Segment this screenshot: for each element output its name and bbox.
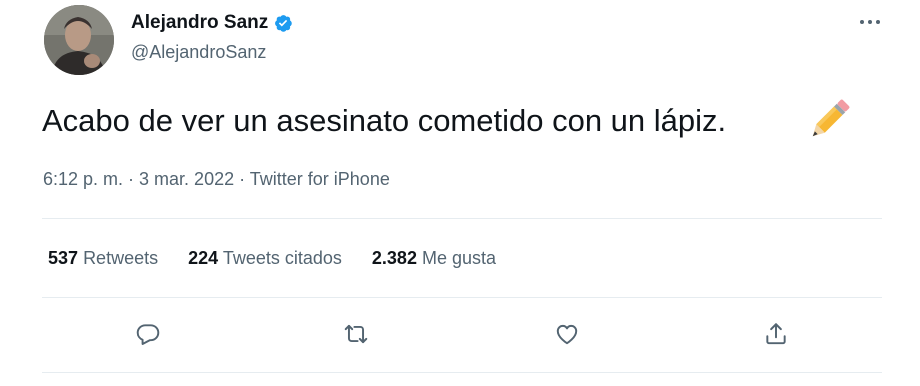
stat-quote-tweets[interactable]: 224 Tweets citados — [188, 248, 342, 269]
divider — [42, 297, 882, 298]
avatar[interactable] — [44, 5, 114, 75]
verified-badge-icon — [275, 15, 292, 32]
avatar-image — [44, 5, 114, 75]
stat-label: Tweets citados — [222, 248, 342, 268]
share-button[interactable] — [758, 316, 794, 352]
reply-button[interactable] — [130, 316, 166, 352]
stat-label: Retweets — [83, 248, 159, 268]
stat-count: 537 — [48, 248, 79, 268]
stat-label: Me gusta — [421, 248, 497, 268]
divider — [42, 218, 882, 219]
author-handle[interactable]: @AlejandroSanz — [131, 42, 266, 63]
stat-count: 224 — [188, 248, 219, 268]
retweet-icon — [344, 324, 368, 344]
pencil-emoji-icon — [812, 99, 850, 137]
like-icon — [556, 324, 578, 345]
stat-likes[interactable]: 2.382 Me gusta — [372, 248, 496, 269]
stat-count: 2.382 — [371, 248, 417, 268]
more-options-icon[interactable] — [856, 12, 884, 32]
author-name[interactable]: Alejandro Sanz — [131, 12, 268, 34]
action-bar — [0, 316, 920, 356]
tweet-timestamp[interactable]: 6:12 p. m. · 3 mar. 2022 · Twitter for i… — [43, 169, 390, 190]
tweet-text: Acabo de ver un asesinato cometido con u… — [42, 103, 727, 138]
like-button[interactable] — [549, 316, 585, 352]
stat-retweets[interactable]: 537 Retweets — [48, 248, 158, 269]
divider — [42, 372, 882, 373]
tweet: Alejandro Sanz @AlejandroSanz Acabo de v… — [0, 0, 920, 386]
tweet-stats: 537 Retweets 224 Tweets citados 2.382 Me… — [48, 248, 526, 269]
author-name-row: Alejandro Sanz — [131, 12, 293, 34]
share-icon — [766, 323, 786, 345]
retweet-button[interactable] — [338, 316, 374, 352]
reply-icon — [136, 324, 160, 345]
